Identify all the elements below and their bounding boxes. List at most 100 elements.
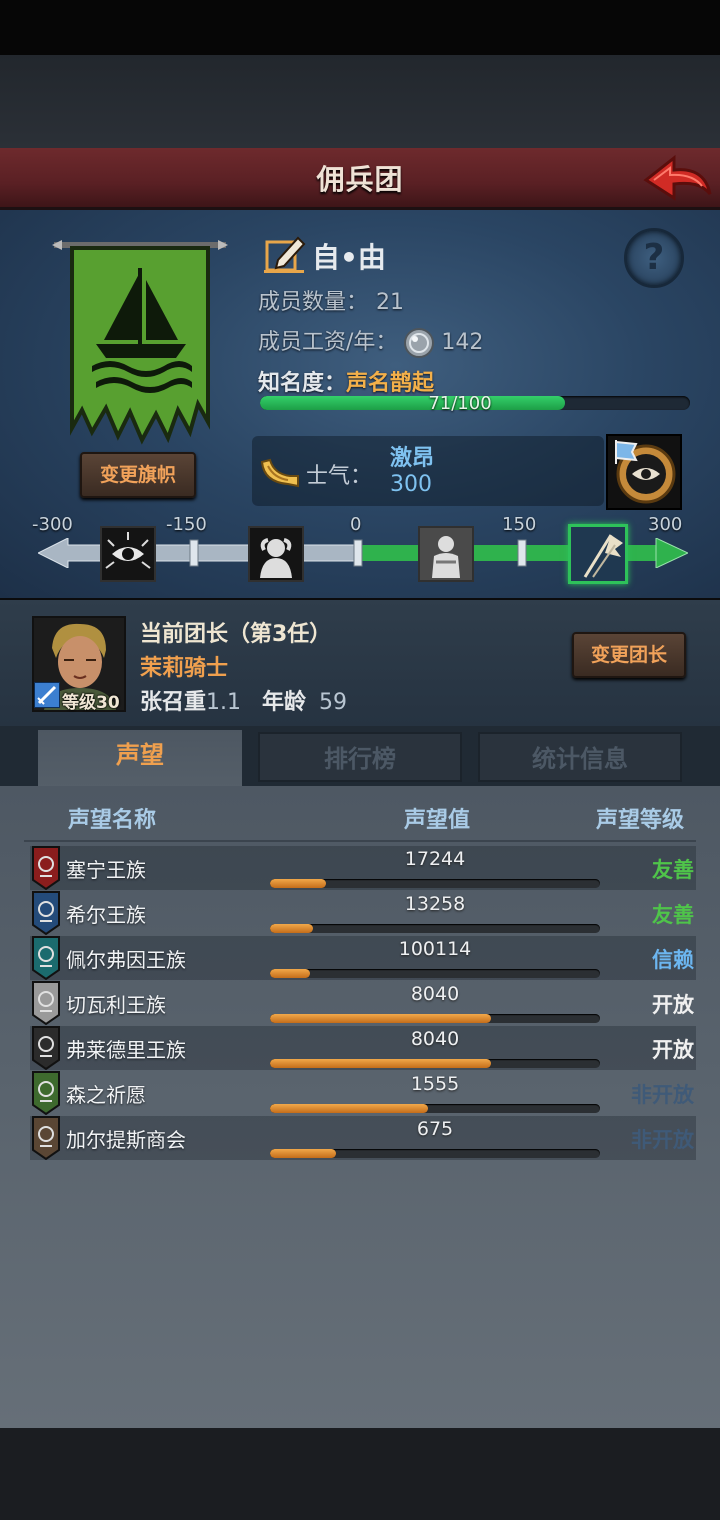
reputation-bar-fill — [270, 1104, 429, 1113]
salary-line: 成员工资/年： 142 — [258, 324, 483, 359]
silver-coin-icon — [403, 327, 435, 359]
top-background — [0, 55, 720, 148]
faction-name: 切瓦利王族 — [66, 993, 166, 1017]
faction-crest-icon — [32, 891, 60, 936]
table-row[interactable]: 塞宁王族 17244 友善 — [30, 846, 696, 891]
faction-name: 塞宁王族 — [66, 858, 146, 882]
scale-label-neg300: -300 — [32, 514, 73, 535]
table-row[interactable]: 佩尔弗因王族 100114 信赖 — [30, 936, 696, 981]
reputation-level: 友善 — [652, 858, 694, 882]
faction-crest-icon — [32, 846, 60, 891]
leader-rank: 茉莉骑士 — [140, 656, 229, 681]
salary-label: 成员工资/年： — [258, 330, 398, 355]
reputation-bar-fill — [270, 924, 313, 933]
scale-label-zero: 0 — [350, 514, 362, 535]
reputation-bar-fill — [270, 1149, 336, 1158]
pencil-icon[interactable] — [264, 232, 306, 274]
tab-rankings[interactable]: 排行榜 — [258, 732, 462, 782]
faction-crest-icon — [32, 1026, 60, 1071]
table-row[interactable]: 加尔提斯商会 675 非开放 — [30, 1116, 696, 1161]
reputation-bar-fill — [270, 1059, 492, 1068]
fame-progress-text: 71/100 — [428, 393, 492, 414]
age-label: 年龄 — [262, 690, 307, 715]
faction-name: 加尔提斯商会 — [66, 1128, 186, 1152]
faction-crest-icon — [32, 1116, 60, 1161]
scale-label-neg150: -150 — [166, 514, 207, 535]
reputation-bar — [270, 1059, 600, 1068]
faction-crest-icon — [32, 981, 60, 1026]
morale-calm-icon[interactable] — [418, 526, 474, 582]
faction-name: 佩尔弗因王族 — [66, 948, 186, 972]
reputation-level: 信赖 — [652, 948, 694, 972]
guild-name: 自•由 — [312, 241, 386, 274]
reputation-level: 开放 — [652, 1038, 694, 1062]
guild-banner — [52, 232, 228, 448]
leader-name-suffix: 1.1 — [206, 690, 242, 715]
reputation-level: 友善 — [652, 903, 694, 927]
reputation-bar — [270, 969, 600, 978]
members-value: 21 — [376, 290, 405, 315]
faction-name: 森之祈愿 — [66, 1083, 146, 1107]
reputation-value: 17244 — [404, 848, 466, 870]
age-value: 59 — [319, 690, 348, 715]
scale-label-150: 150 — [502, 514, 537, 535]
reputation-bar — [270, 1014, 600, 1023]
reputation-value: 100114 — [398, 938, 472, 960]
reputation-value: 1555 — [410, 1073, 460, 1095]
change-banner-button[interactable]: 变更旗帜 — [80, 452, 196, 498]
col-header-level: 声望等级 — [596, 808, 685, 833]
leader-level: 等级30 — [62, 693, 120, 713]
col-header-value: 声望值 — [404, 808, 471, 833]
reputation-bar — [270, 1149, 600, 1158]
faction-crest-icon — [32, 1071, 60, 1116]
change-leader-button[interactable]: 变更团长 — [572, 632, 686, 678]
salary-value: 142 — [441, 330, 484, 355]
sword-icon — [34, 682, 60, 708]
help-button[interactable]: ? — [624, 228, 684, 288]
faction-name: 希尔王族 — [66, 903, 146, 927]
faction-name: 弗莱德里王族 — [66, 1038, 186, 1062]
reputation-level: 非开放 — [631, 1083, 694, 1107]
back-arrow-icon — [643, 154, 712, 201]
tab-statistics[interactable]: 统计信息 — [478, 732, 682, 782]
table-row[interactable]: 弗莱德里王族 8040 开放 — [30, 1026, 696, 1071]
reputation-level: 非开放 — [631, 1128, 694, 1152]
leader-name: 张召重 — [140, 690, 207, 715]
morale-inspired-icon[interactable] — [568, 524, 628, 584]
reputation-value: 675 — [416, 1118, 454, 1140]
morale-badge-icon[interactable] — [606, 434, 682, 510]
table-row[interactable]: 森之祈愿 1555 非开放 — [30, 1071, 696, 1116]
col-header-name: 声望名称 — [68, 808, 157, 833]
members-line: 成员数量： 21 — [258, 284, 404, 316]
reputation-bar-fill — [270, 1014, 492, 1023]
morale-despair-icon[interactable] — [248, 526, 304, 582]
morale-label: 士气： — [306, 464, 373, 489]
faction-crest-icon — [32, 936, 60, 981]
table-row[interactable]: 切瓦利王族 8040 开放 — [30, 981, 696, 1026]
reputation-bar-fill — [270, 879, 327, 888]
leader-title: 当前团长（第3任） — [140, 622, 332, 647]
status-area — [0, 0, 720, 55]
reputation-bar — [270, 879, 600, 888]
tab-reputation[interactable]: 声望 — [38, 730, 242, 788]
header-divider — [24, 840, 696, 842]
reputation-value: 8040 — [410, 1028, 460, 1050]
table-row[interactable]: 希尔王族 13258 友善 — [30, 891, 696, 936]
reputation-bar — [270, 924, 600, 933]
members-label: 成员数量： — [258, 290, 369, 315]
help-icon: ? — [643, 237, 665, 278]
horn-icon — [258, 452, 302, 492]
morale-state: 激昂 — [390, 446, 435, 471]
morale-value: 300 — [390, 472, 432, 497]
reputation-value: 13258 — [404, 893, 466, 915]
bottom-bar — [0, 1428, 720, 1520]
page-title: 佣兵团 — [316, 163, 404, 196]
reputation-bar-fill — [270, 969, 310, 978]
reputation-level: 开放 — [652, 993, 694, 1017]
scale-label-300: 300 — [648, 514, 683, 535]
morale-eye-icon[interactable] — [100, 526, 156, 582]
leader-name-line: 张召重1.1 年龄 59 — [140, 684, 347, 716]
reputation-value: 8040 — [410, 983, 460, 1005]
back-button[interactable] — [640, 150, 716, 206]
reputation-bar — [270, 1104, 600, 1113]
